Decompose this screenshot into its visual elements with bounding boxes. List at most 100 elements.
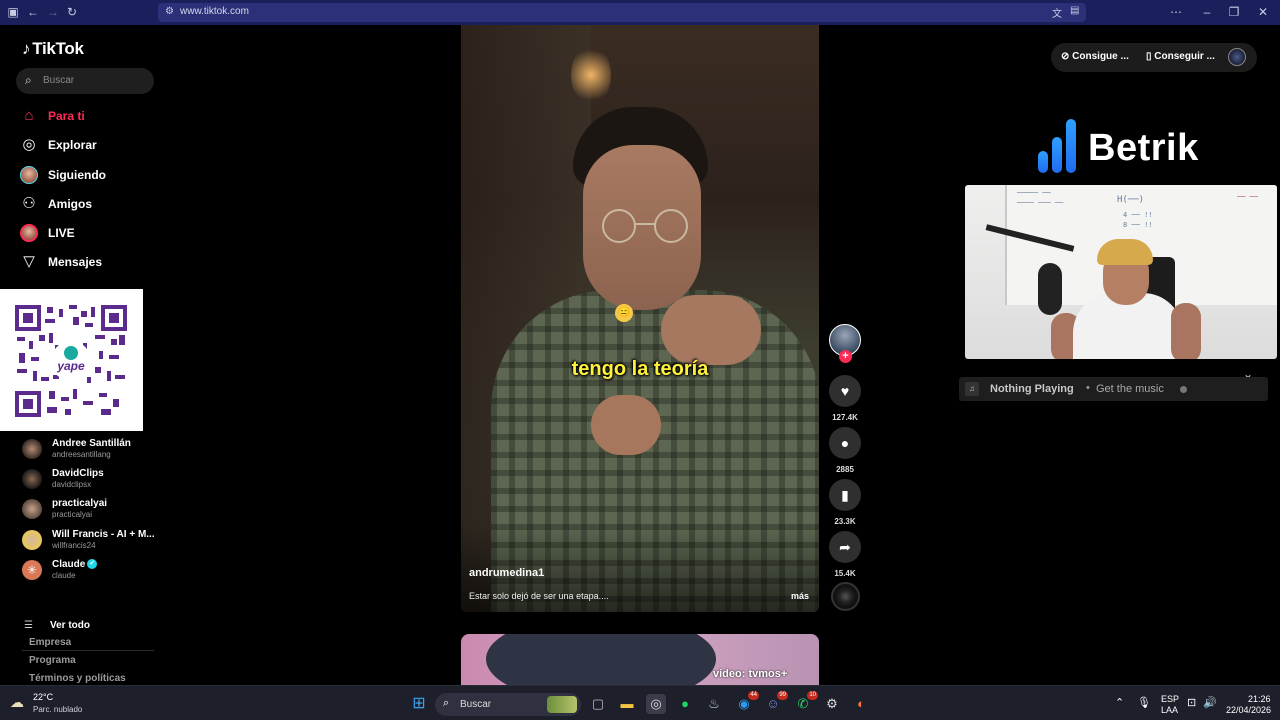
nav-friends[interactable]: ⚇ Amigos <box>18 192 158 216</box>
compass-icon: ◎ <box>22 136 36 153</box>
maximize-icon[interactable]: ❐ <box>1225 4 1243 21</box>
account-name: Will Francis - AI + M... <box>52 529 155 540</box>
task-view-icon[interactable]: ▢ <box>588 694 608 714</box>
get-app-label: Conseguir ... <box>1154 51 1215 62</box>
forward-icon[interactable]: → <box>44 4 62 21</box>
share-icon[interactable]: ➦ <box>829 531 861 563</box>
url-text: www.tiktok.com <box>180 6 249 17</box>
browser-app-icon[interactable]: ◎ <box>646 694 666 714</box>
taskbar: ☁ 22°C Parc. nublado ⊞ ⌕ Buscar ▢ ▬ ◎ ● … <box>0 685 1280 720</box>
nav-live[interactable]: LIVE <box>18 221 158 245</box>
nav-for-you[interactable]: ⌂ Para ti <box>18 104 158 128</box>
music-disc-icon[interactable] <box>831 582 860 611</box>
comment-action[interactable]: ● 2885 <box>829 427 861 474</box>
following-account[interactable]: DavidClips davidclipsx <box>22 466 162 494</box>
search-icon: ⌕ <box>443 697 450 709</box>
phone-icon: ▯ <box>1146 51 1152 62</box>
yape-logo-text: yape <box>56 359 85 373</box>
microphone-icon[interactable]: 🎙 <box>1137 696 1151 709</box>
comment-icon[interactable]: ● <box>829 427 861 459</box>
get-coins-button[interactable]: ⊘ Consigue ... <box>1061 51 1129 62</box>
following-avatar <box>20 166 38 184</box>
reader-icon[interactable]: ▤ <box>1070 5 1079 16</box>
video-hand <box>661 295 761 365</box>
temperature[interactable]: 22°C <box>33 692 53 702</box>
avatar <box>22 469 42 489</box>
keyboard-layout[interactable]: LAA <box>1161 705 1178 715</box>
profile-avatar[interactable] <box>1228 48 1246 66</box>
heart-icon[interactable]: ♥ <box>829 375 861 407</box>
weather-icon[interactable]: ☁ <box>10 694 28 710</box>
nav-following[interactable]: Siguiendo <box>18 163 158 187</box>
network-icon[interactable]: ⊡ <box>1187 696 1196 709</box>
get-app-button[interactable]: ▯ Conseguir ... <box>1146 51 1215 62</box>
spotify-app-icon[interactable]: ● <box>675 694 695 714</box>
video-player[interactable]: 😑 tengo la teoría andrumedina1 Estar sol… <box>461 25 819 612</box>
nav-label: Siguiendo <box>48 168 106 182</box>
steam-app-icon[interactable]: ♨ <box>704 694 724 714</box>
nav-explore[interactable]: ◎ Explorar <box>18 133 158 157</box>
share-action[interactable]: ➦ 15.4K <box>829 531 861 578</box>
betrik-bar <box>1052 137 1062 173</box>
footer-link-terms[interactable]: Términos y políticas <box>29 673 126 684</box>
follow-plus-icon[interactable]: + <box>839 350 852 363</box>
next-video-cap <box>486 634 716 685</box>
wb-scribble: 4 ── !! <box>1123 211 1153 219</box>
following-account[interactable]: ✳ Claude ✓ claude <box>22 557 162 585</box>
menu-dots-icon[interactable]: ⋯ <box>1167 4 1185 21</box>
search-input[interactable]: ⌕ Buscar <box>16 68 154 94</box>
nav-messages[interactable]: ▽ Mensajes <box>18 250 158 274</box>
clock-time[interactable]: 21:26 <box>1248 694 1271 704</box>
nav-label: Para ti <box>48 109 85 123</box>
avatar <box>22 530 42 550</box>
more-button[interactable]: más <box>791 591 809 601</box>
clock-date[interactable]: 22/04/2026 <box>1226 705 1271 715</box>
nav-label: LIVE <box>48 226 75 240</box>
bookmark-icon[interactable]: ▮ <box>829 479 861 511</box>
video-author[interactable]: andrumedina1 <box>469 567 544 579</box>
translate-icon[interactable]: 文 <box>1052 5 1062 20</box>
windows-start-icon[interactable]: ⊞ <box>409 694 429 714</box>
sidebar-toggle-icon[interactable]: ▣ <box>4 4 22 21</box>
footer-link-company[interactable]: Empresa <box>29 637 71 648</box>
notification-badge: 99 <box>777 691 788 700</box>
following-account[interactable]: Andree Santillán andreesantillang <box>22 436 162 464</box>
settings-app-icon[interactable]: ⚙ <box>822 694 842 714</box>
address-bar[interactable]: ⚙ www.tiktok.com 文 ▤ <box>158 3 1086 22</box>
next-video-preview[interactable]: video: tvmos+ <box>461 634 819 685</box>
see-all-label: Ver todo <box>50 620 91 631</box>
like-count: 127.4K <box>832 413 858 422</box>
see-all-link[interactable]: ☰ Ver todo <box>24 620 90 631</box>
discord-app-icon[interactable]: ☺ 99 <box>763 691 788 714</box>
friends-icon: ⚇ <box>22 195 36 212</box>
wb-scribble: ── ── <box>1237 193 1259 201</box>
chevron-up-icon[interactable]: ⌃ <box>1115 696 1124 709</box>
volume-icon[interactable]: 🔊 <box>1203 696 1217 709</box>
whatsapp-app-icon[interactable]: ✆ 10 <box>793 691 818 714</box>
account-name: DavidClips <box>52 468 104 479</box>
file-explorer-icon[interactable]: ▬ <box>617 694 637 714</box>
taskbar-search[interactable]: ⌕ Buscar <box>435 693 581 716</box>
account-handle: davidclipsx <box>52 480 92 489</box>
save-action[interactable]: ▮ 23.3K <box>829 479 861 526</box>
edge-app-icon[interactable]: ◉ 44 <box>734 691 759 714</box>
live-avatar <box>20 224 38 242</box>
site-info-icon[interactable]: ⚙ <box>165 6 174 17</box>
tiktok-logo[interactable]: ♪ TikTok <box>22 39 84 59</box>
weather-condition: Parc. nublado <box>33 705 83 714</box>
like-action[interactable]: ♥ 127.4K <box>829 375 861 422</box>
following-account[interactable]: Will Francis - AI + M... willfrancis24 <box>22 527 162 555</box>
firefox-app-icon[interactable]: ◐ <box>851 694 871 714</box>
search-icon: ⌕ <box>25 73 32 87</box>
reload-icon[interactable]: ↻ <box>63 4 81 21</box>
betrik-bar <box>1066 119 1076 173</box>
following-account[interactable]: practicalyai practicalyai <box>22 496 162 524</box>
language-code[interactable]: ESP <box>1161 694 1179 704</box>
footer-link-program[interactable]: Programa <box>29 655 76 666</box>
video-lamp <box>571 45 611 105</box>
close-icon[interactable]: ✕ <box>1254 4 1272 21</box>
get-music-link[interactable]: Get the music <box>1096 383 1164 395</box>
back-icon[interactable]: ← <box>24 4 42 21</box>
minimize-icon[interactable]: – <box>1198 4 1216 21</box>
nav-label: Amigos <box>48 197 93 211</box>
